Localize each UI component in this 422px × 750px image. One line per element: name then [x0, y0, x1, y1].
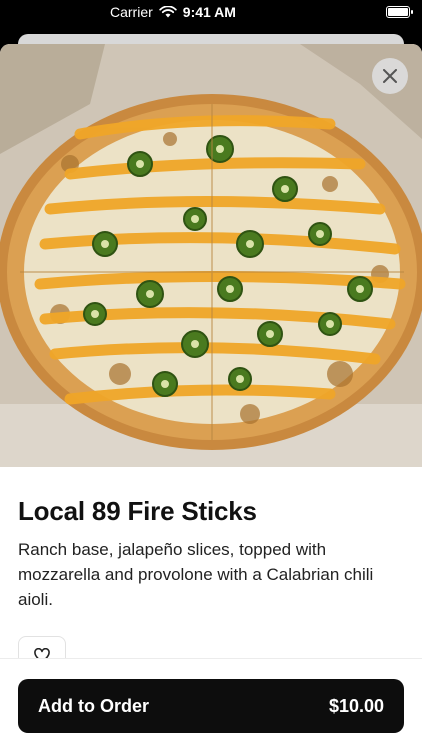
battery-icon	[386, 6, 413, 18]
close-button[interactable]	[372, 58, 408, 94]
item-price: $10.00	[328, 695, 384, 716]
item-description: Ranch base, jalapeño slices, topped with…	[18, 540, 374, 609]
bottom-action-bar: Add to Order $10.00	[0, 658, 422, 750]
carrier-label: Carrier	[110, 4, 153, 20]
item-details: Local 89 Fire Sticks Ranch base, jalapeñ…	[0, 467, 422, 612]
add-to-order-button[interactable]: Add to Order $10.00	[18, 679, 404, 733]
item-detail-sheet: Local 89 Fire Sticks Ranch base, jalapeñ…	[0, 44, 422, 750]
pizza-image	[0, 44, 422, 467]
status-bar: Carrier 9:41 AM	[0, 0, 422, 24]
status-time: 9:41 AM	[182, 4, 236, 20]
wifi-icon	[159, 6, 177, 18]
item-title: Local 89 Fire Sticks	[18, 496, 257, 526]
close-icon	[383, 69, 397, 83]
item-image	[0, 44, 422, 467]
battery-level	[388, 8, 408, 16]
status-left: Carrier 9:41 AM	[110, 4, 236, 20]
add-to-order-label: Add to Order	[38, 695, 149, 716]
